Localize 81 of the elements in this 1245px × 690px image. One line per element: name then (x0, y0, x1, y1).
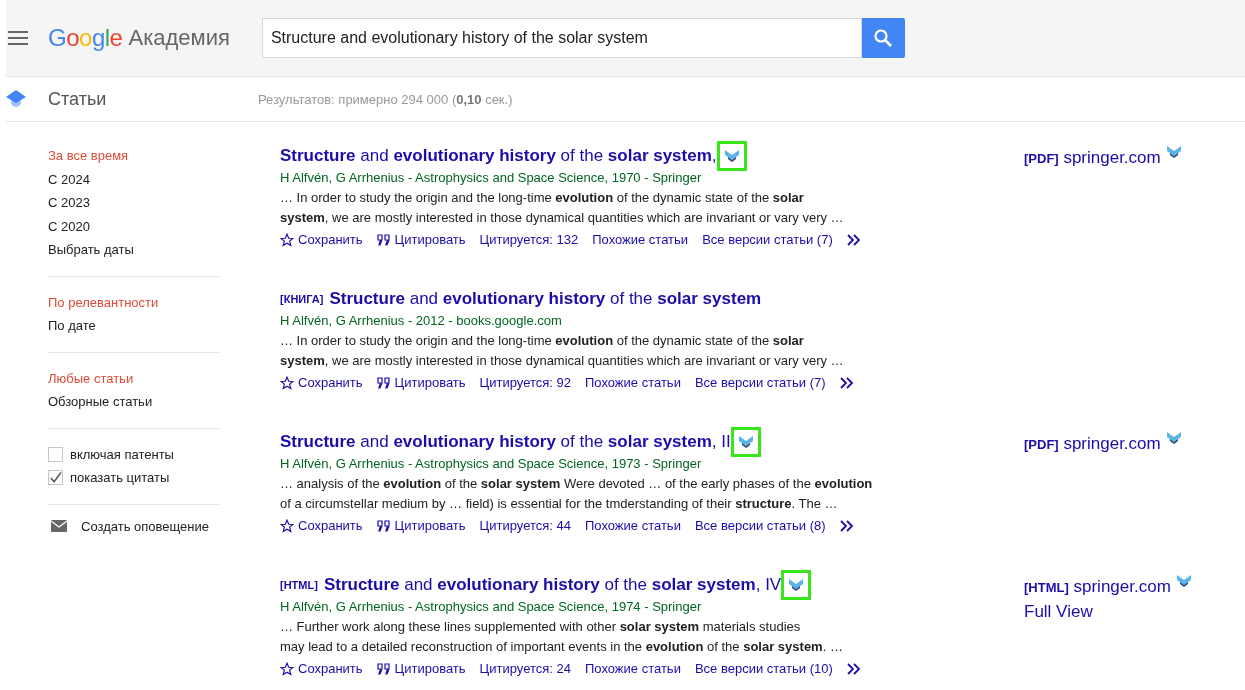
result-action-link[interactable]: Цитировать (394, 657, 466, 681)
result-action-link[interactable]: Похожие статьи (585, 371, 681, 395)
double-chevron-icon[interactable] (839, 377, 856, 389)
filter-link[interactable]: По дате (48, 314, 220, 338)
result-action-link[interactable]: Похожие статьи (585, 657, 681, 681)
result-action-link[interactable]: Сохранить (298, 657, 363, 681)
graduation-cap-icon (6, 90, 26, 108)
create-alert-link[interactable]: Создать оповещение (81, 518, 209, 534)
result-action-link[interactable]: Все версии статьи (10) (694, 657, 833, 681)
result-action-link[interactable]: Все версии статьи (7) (694, 371, 826, 395)
result-snippet: … analysis of the evolution of the solar system Were devoted … of the early phases of the evolution (280, 475, 874, 493)
result-title-link[interactable]: Structure and evolutionary history of the solar system (329, 289, 762, 309)
filter-link[interactable]: Обзорные статьи (48, 390, 220, 414)
result-snippet: … Further work along these lines supplemented with other solar system materials studies (280, 618, 802, 636)
full-view-link[interactable]: Full View (1024, 600, 1191, 624)
quote-icon[interactable] (376, 377, 391, 389)
result-snippet: … In order to study the origin and the long-time evolution of the dynamic state of the solar (280, 332, 805, 350)
filter-link[interactable]: За все время (48, 144, 220, 168)
result-authors: H Alfvén, G Arrhenius - Astrophysics and Space Science, 1974 - Springer (280, 598, 703, 616)
result-action-link[interactable]: Цитируется: 132 (479, 228, 579, 252)
result-action-link[interactable]: Все версии статьи (7) (702, 228, 833, 252)
chevron-icon[interactable] (1176, 575, 1191, 587)
star-icon[interactable] (280, 519, 294, 533)
full-text-link[interactable]: [PDF] springer.com (1024, 432, 1161, 457)
result-snippet: system, we are mostly interested in those dynamical quantities which are invariant or vary very … (280, 352, 845, 370)
result-snippet: … In order to study the origin and the long-time evolution of the dynamic state of the solar (280, 189, 805, 207)
result-title-link[interactable]: Structure and evolutionary history of the solar system, (280, 146, 717, 166)
result-action-link[interactable]: Цитировать (394, 371, 466, 395)
result-action-link[interactable]: Цитируется: 92 (479, 371, 571, 395)
search-icon[interactable] (873, 28, 894, 48)
double-chevron-icon[interactable] (846, 234, 863, 246)
result-title-link[interactable]: Structure and evolutionary history of the solar system, IV (323, 575, 782, 595)
filter-link[interactable]: С 2024 (48, 167, 220, 191)
result-action-link[interactable]: Похожие статьи (585, 514, 681, 538)
result-action-link[interactable]: Похожие статьи (592, 228, 689, 252)
result-title-link[interactable]: Structure and evolutionary history of the solar system, II (280, 432, 731, 452)
result-action-link[interactable]: Все версии статьи (8) (694, 514, 826, 538)
result-authors: H Alfvén, G Arrhenius - Astrophysics and Space Science, 1973 - Springer (280, 455, 703, 473)
checkbox-label[interactable]: показать цитаты (70, 470, 170, 486)
full-text-link[interactable]: [HTML] springer.com (1024, 575, 1171, 600)
type-tag: [HTML] (280, 579, 318, 591)
logo[interactable]: Google (48, 24, 123, 52)
star-icon[interactable] (280, 233, 294, 247)
product-name: Академия (128, 25, 230, 51)
checkbox[interactable] (48, 470, 63, 486)
result-authors: H Alfvén, G Arrhenius - 2012 - books.google.com (280, 312, 563, 330)
chevron-icon[interactable] (1166, 432, 1181, 444)
section-title: Статьи (48, 88, 108, 110)
full-text-link[interactable]: [PDF] springer.com (1024, 146, 1161, 171)
checkbox[interactable] (48, 446, 63, 462)
quote-icon[interactable] (376, 663, 391, 675)
type-tag: [КНИГА] (280, 293, 324, 305)
result-action-link[interactable]: Цитируется: 24 (479, 657, 571, 681)
result-action-link[interactable]: Цитируется: 44 (479, 514, 571, 538)
quote-icon[interactable] (376, 520, 391, 532)
menu-icon[interactable] (8, 31, 28, 45)
result-snippet: may lead to a detailed reconstruction of important events in the evolution of the solar system. … (280, 638, 844, 656)
result-action-link[interactable]: Сохранить (298, 514, 363, 538)
checkbox-label[interactable]: включая патенты (70, 446, 174, 462)
filter-link[interactable]: С 2023 (48, 191, 220, 215)
filter-link[interactable]: Выбрать даты (48, 238, 220, 262)
double-chevron-icon[interactable] (846, 663, 863, 675)
filter-link[interactable]: По релевантности (48, 290, 220, 314)
star-icon[interactable] (280, 662, 294, 676)
filter-link[interactable]: С 2020 (48, 214, 220, 238)
envelope-icon (51, 520, 67, 532)
result-authors: H Alfvén, G Arrhenius - Astrophysics and Space Science, 1970 - Springer (280, 169, 703, 187)
filter-link[interactable]: Любые статьи (48, 366, 220, 390)
star-icon[interactable] (280, 376, 294, 390)
results-count: Результатов: примерно 294 000 (0,10 сек.) (258, 91, 513, 107)
search-button[interactable] (861, 18, 905, 58)
result-snippet: of a circumstellar medium by … field) is essential for the tmderstanding of their structure. The … (280, 495, 839, 513)
chevron-icon[interactable] (1166, 146, 1181, 158)
result-action-link[interactable]: Цитировать (394, 514, 466, 538)
search-field[interactable]: Structure and evolutionary history of the solar system (261, 18, 862, 58)
result-action-link[interactable]: Сохранить (298, 228, 363, 252)
result-action-link[interactable]: Цитировать (394, 228, 466, 252)
double-chevron-icon[interactable] (839, 520, 856, 532)
result-action-link[interactable]: Сохранить (298, 371, 363, 395)
quote-icon[interactable] (376, 234, 391, 246)
result-snippet: system, we are mostly interested in those dynamical quantities which are invariant or vary very … (280, 209, 845, 227)
